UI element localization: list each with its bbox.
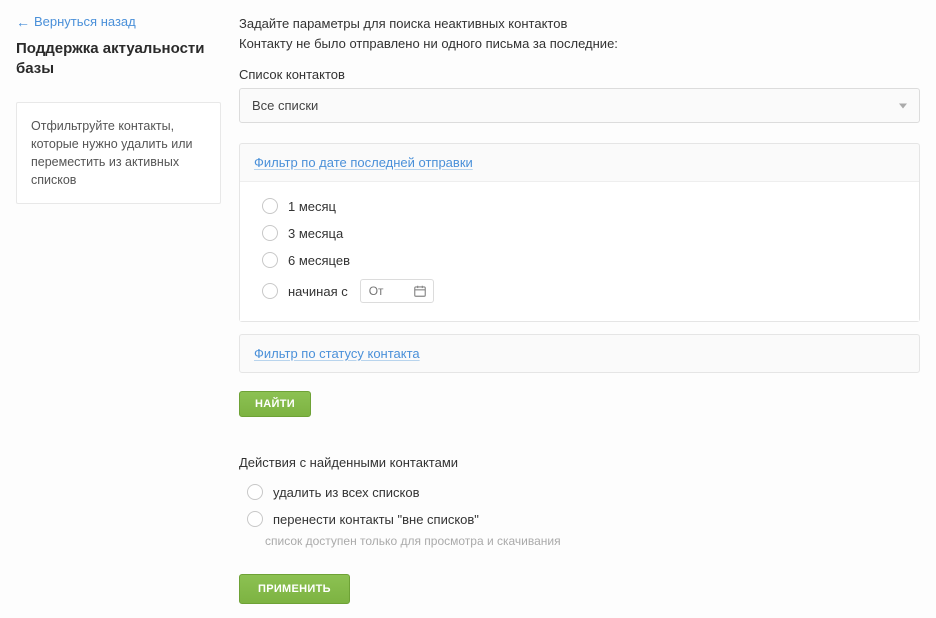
info-box: Отфильтруйте контакты, которые нужно уда… <box>16 102 221 205</box>
radio-icon <box>262 252 278 268</box>
radio-icon <box>247 511 263 527</box>
page-title: Поддержка актуальности базы <box>16 39 221 80</box>
filter-status-header[interactable]: Фильтр по статусу контакта <box>239 334 920 373</box>
filter-date-header[interactable]: Фильтр по дате последней отправки <box>240 144 919 182</box>
filter-date-title: Фильтр по дате последней отправки <box>254 155 473 170</box>
period-label: 6 месяцев <box>288 253 350 268</box>
action-option-move[interactable]: перенести контакты "вне списков" <box>247 511 920 527</box>
intro-line: Задайте параметры для поиска неактивных … <box>239 14 920 34</box>
period-option-6months[interactable]: 6 месяцев <box>262 252 897 268</box>
radio-icon <box>262 198 278 214</box>
contact-list-select[interactable]: Все списки <box>239 88 920 123</box>
intro-sub: Контакту не было отправлено ни одного пи… <box>239 34 920 54</box>
filter-status-title: Фильтр по статусу контакта <box>254 346 420 361</box>
apply-button[interactable]: ПРИМЕНИТЬ <box>239 574 350 604</box>
action-option-delete[interactable]: удалить из всех списков <box>247 484 920 500</box>
action-label: перенести контакты "вне списков" <box>273 512 479 527</box>
period-option-starting-from[interactable]: начиная с <box>262 279 897 303</box>
period-option-3months[interactable]: 3 месяца <box>262 225 897 241</box>
actions-title: Действия с найденными контактами <box>239 455 920 470</box>
find-button[interactable]: НАЙТИ <box>239 391 311 417</box>
list-label: Список контактов <box>239 67 920 82</box>
back-link[interactable]: ← Вернуться назад <box>16 14 136 29</box>
period-label: 3 месяца <box>288 226 343 241</box>
radio-icon <box>247 484 263 500</box>
action-hint: список доступен только для просмотра и с… <box>265 534 920 548</box>
date-input[interactable] <box>369 284 413 298</box>
period-label: 1 месяц <box>288 199 336 214</box>
contact-list-selected: Все списки <box>252 98 318 113</box>
back-link-label: Вернуться назад <box>34 14 136 29</box>
radio-icon <box>262 225 278 241</box>
starting-from-label: начиная с <box>288 284 348 299</box>
radio-icon <box>262 283 278 299</box>
calendar-icon <box>413 284 427 298</box>
period-option-1month[interactable]: 1 месяц <box>262 198 897 214</box>
arrow-left-icon: ← <box>16 15 30 29</box>
action-label: удалить из всех списков <box>273 485 420 500</box>
